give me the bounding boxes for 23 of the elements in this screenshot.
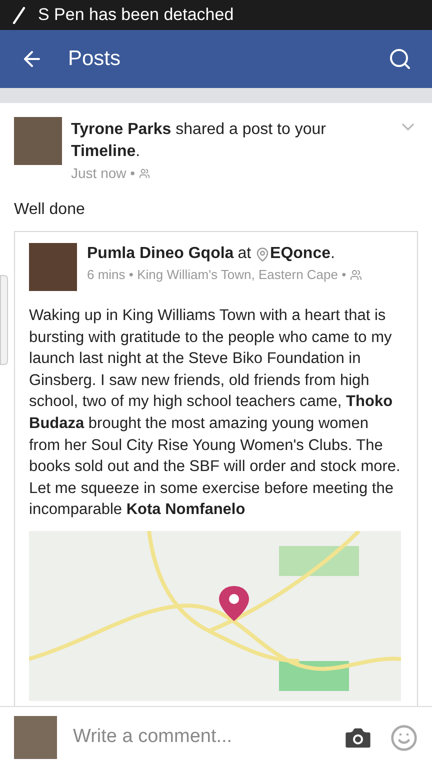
search-button[interactable]: [388, 47, 412, 71]
avatar-photo-placeholder: [14, 716, 57, 759]
notification-text: S Pen has been detached: [38, 4, 234, 26]
post-header-text: Tyrone Parks shared a post to your Timeline.: [71, 120, 327, 162]
at-text: at: [238, 244, 252, 264]
audience-icon: [139, 168, 150, 179]
edge-handle[interactable]: [0, 275, 8, 365]
place-name[interactable]: EQonce: [270, 243, 330, 265]
author-name[interactable]: Pumla Dineo Gqola: [87, 243, 234, 265]
period-text: .: [330, 244, 335, 264]
app-bar-title: Posts: [68, 46, 121, 72]
timestamp: Just now •: [71, 164, 136, 183]
location-pin-icon: [255, 246, 270, 262]
map-drawing[interactable]: [29, 530, 401, 701]
post-body: Waking up in King Williams Town with a heart that is bursting with gratitude to the people who came to my launch last night at the Steve Biko Foundation in Ginsberg. I saw new friends, old friends from high school, two of my high school teachers came, Thoko Budaza brought the most amazing young women from her Soul City Rise Young Women's Clubs. The books sold out and the SBF will order and stock more. Let me squeeze in some exercise before meeting the incomparable Kota Nomfanelo: [29, 306, 402, 520]
comment-field[interactable]: Write a comment...: [73, 723, 326, 752]
post-caption: Well done: [14, 200, 86, 220]
pen-icon: [12, 6, 26, 24]
post-meta: 6 mins • King William's Town, Eastern Cape •: [87, 266, 346, 284]
avatar-photo-placeholder: [29, 243, 77, 291]
emoji-button[interactable]: [390, 724, 418, 752]
avatar-photo-placeholder: [14, 117, 62, 165]
friends-icon: [350, 268, 362, 281]
